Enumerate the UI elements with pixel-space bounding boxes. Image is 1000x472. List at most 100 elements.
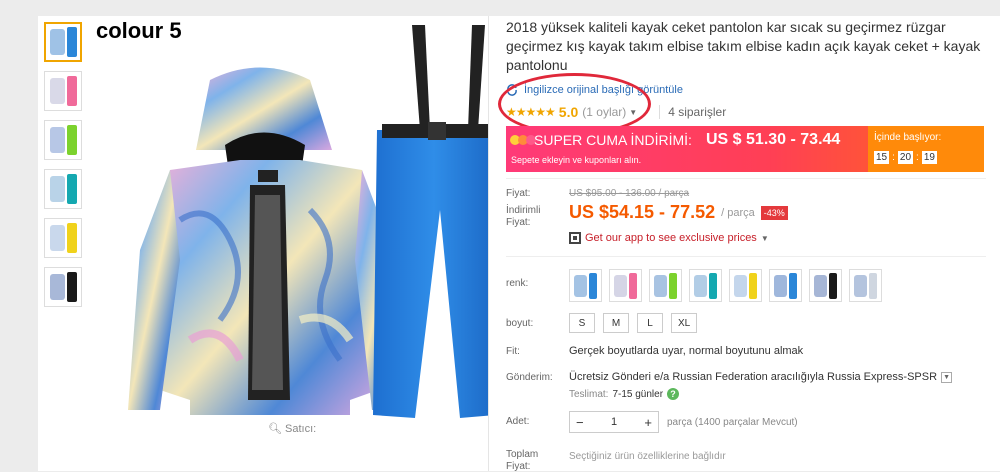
shipping-text: Ücretsiz Gönderi e/a Russian Federation … <box>569 371 938 383</box>
help-icon[interactable]: ? <box>667 388 680 400</box>
swatch-jacket <box>774 274 787 297</box>
swatch-jacket <box>814 274 827 297</box>
thumbnail-pants <box>66 125 77 155</box>
color-swatch-4[interactable] <box>689 269 722 302</box>
column-divider <box>488 16 489 471</box>
quantity-value[interactable]: 1 <box>611 416 617 428</box>
discount-price-label-2: Fiyat: <box>506 217 531 228</box>
thumbnail-4[interactable] <box>44 169 82 209</box>
original-price: US $95.00 - 136.00 / parça <box>569 188 690 199</box>
thumbnail-6[interactable] <box>44 267 82 307</box>
swatch-jacket <box>694 274 707 297</box>
size-option-s[interactable]: S <box>569 313 595 333</box>
total-label-2: Fiyat: <box>506 461 531 472</box>
decrement-button[interactable]: − <box>576 415 584 430</box>
main-product-image[interactable] <box>100 20 495 440</box>
app-promo-link[interactable]: Get our app to see exclusive prices ▼ <box>569 232 769 244</box>
fit-description: Gerçek boyutlarda uyar, normal boyutunu … <box>569 345 804 357</box>
swatch-pants <box>749 272 757 299</box>
thumbnail-jacket <box>49 29 65 55</box>
thumbnail-jacket <box>49 274 65 300</box>
swatch-jacket <box>654 274 667 297</box>
timer-minutes: 20 <box>897 151 914 164</box>
color-swatch-1[interactable] <box>569 269 602 302</box>
total-label-1: Toplam <box>506 449 539 460</box>
countdown: 15: 20: 19 <box>874 151 937 164</box>
magnifier-icon: 🔍︎ <box>268 423 282 435</box>
timer-seconds: 19 <box>921 151 937 164</box>
swatch-pants <box>789 272 797 299</box>
divider-line <box>506 178 986 179</box>
price-label: Fiyat: <box>506 188 531 199</box>
size-option-m[interactable]: M <box>603 313 629 333</box>
discount-badge: -43% <box>760 205 788 220</box>
size-option-xl[interactable]: XL <box>671 313 698 333</box>
thumbnail-list <box>44 22 88 316</box>
size-option-l[interactable]: L <box>637 313 663 333</box>
price-unit: / parça <box>721 206 755 219</box>
thumbnail-pants <box>66 76 77 106</box>
color-swatch-8[interactable] <box>849 269 882 302</box>
color-swatch-list <box>569 269 882 302</box>
swatch-jacket <box>574 274 587 297</box>
quantity-stepper: − 1 + <box>569 411 659 433</box>
thumbnail-jacket <box>49 225 65 251</box>
app-promo-text: Get our app to see exclusive prices <box>585 232 757 244</box>
total-note: Seçtiğiniz ürün özelliklerine bağlıdır <box>569 451 726 462</box>
swatch-jacket <box>614 274 627 297</box>
color-swatch-7[interactable] <box>809 269 842 302</box>
promo-subtitle: Sepete ekleyin ve kuponları alın. <box>511 155 642 165</box>
product-title: 2018 yüksek kaliteli kayak ceket pantolo… <box>506 19 981 73</box>
divider-line <box>506 256 986 257</box>
thumbnail-1[interactable] <box>44 22 82 62</box>
thumbnail-jacket <box>49 176 65 202</box>
quantity-label: Adet: <box>506 416 530 427</box>
promo-banner[interactable]: SUPER CUMA İNDİRİMİ: US $ 51.30 - 73.44 … <box>506 126 984 172</box>
color-label: renk: <box>506 278 529 289</box>
promo-name: SUPER CUMA İNDİRİMİ: <box>534 132 692 148</box>
swatch-jacket <box>734 274 747 297</box>
delivery-value: 7-15 günler <box>612 388 664 400</box>
promo-timer: İçinde başlıyor: 15: 20: 19 <box>868 126 984 172</box>
swatch-pants <box>629 272 637 299</box>
product-info: 2018 yüksek kaliteli kayak ceket pantolo… <box>498 16 1000 472</box>
color-swatch-2[interactable] <box>609 269 642 302</box>
orders-count: 4 siparişler <box>659 105 726 119</box>
thumbnail-5[interactable] <box>44 218 82 258</box>
thumbnail-pants <box>66 174 77 204</box>
swatch-jacket <box>854 274 867 297</box>
size-label: boyut: <box>506 318 534 329</box>
chevron-down-icon: ▼ <box>760 233 769 243</box>
discount-price-value: US $54.15 - 77.52 <box>569 202 716 222</box>
shipping-selector[interactable]: Ücretsiz Gönderi e/a Russian Federation … <box>569 371 953 383</box>
fit-label: Fit: <box>506 346 520 357</box>
ski-suit-illustration <box>128 25 495 418</box>
color-swatch-5[interactable] <box>729 269 762 302</box>
image-gallery: colour 5 🔍︎ Satıcı: <box>38 16 495 471</box>
thumbnail-3[interactable] <box>44 120 82 160</box>
timer-hours: 15 <box>874 151 890 164</box>
qr-code-icon <box>569 232 581 244</box>
discount-price: US $54.15 - 77.52 / parça -43% <box>569 202 788 223</box>
chevron-down-icon[interactable]: ▼ <box>941 371 953 383</box>
swatch-pants <box>669 272 677 299</box>
shipping-label: Gönderim: <box>506 372 553 383</box>
thumbnail-pants <box>66 27 77 57</box>
swatch-pants <box>589 272 597 299</box>
delivery-info: Teslimat: 7-15 günler ? <box>569 388 680 400</box>
swatch-pants <box>869 272 877 299</box>
size-options: S M L XL <box>569 313 698 333</box>
swatch-pants <box>829 272 837 299</box>
increment-button[interactable]: + <box>644 415 652 430</box>
color-swatch-6[interactable] <box>769 269 802 302</box>
stock-note: parça (1400 parçalar Mevcut) <box>667 417 798 428</box>
thumbnail-jacket <box>49 78 65 104</box>
seller-label[interactable]: 🔍︎ Satıcı: <box>268 422 316 435</box>
timer-label: İçinde başlıyor: <box>874 132 942 143</box>
promo-dots-icon <box>510 135 536 145</box>
color-swatch-3[interactable] <box>649 269 682 302</box>
thumbnail-2[interactable] <box>44 71 82 111</box>
seller-label-text: Satıcı: <box>285 423 317 435</box>
thumbnail-pants <box>66 223 77 253</box>
thumbnail-pants <box>66 272 77 302</box>
